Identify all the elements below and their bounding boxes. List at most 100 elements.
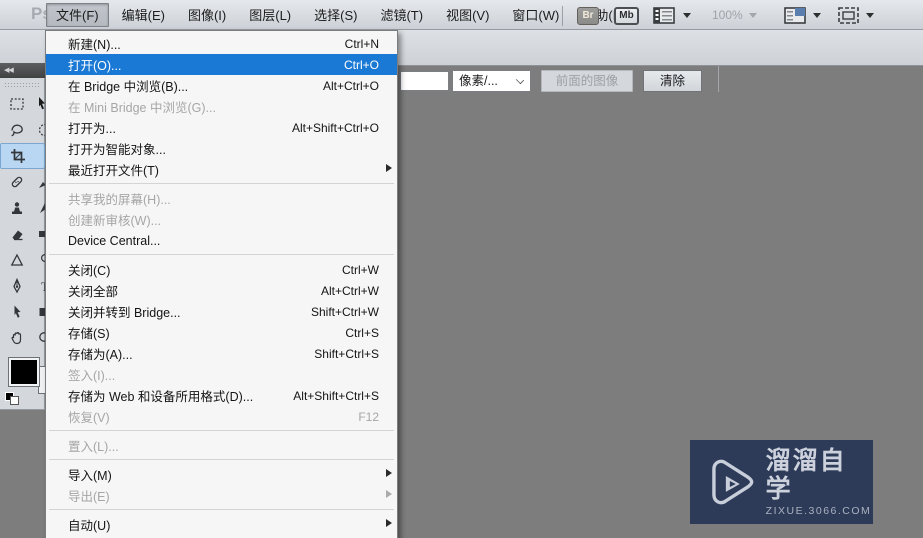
file-menu-item-5[interactable]: 打开为... Alt+Shift+Ctrl+O	[46, 117, 397, 138]
file-menu-item-11[interactable]: Device Central...	[46, 230, 397, 251]
arrange-documents-dropdown-caret[interactable]	[683, 13, 691, 18]
path-selection-tool[interactable]	[0, 299, 45, 325]
rectangular-marquee-tool[interactable]	[0, 91, 45, 117]
brush-tool-partial-icon[interactable]	[37, 174, 45, 190]
menu-item-label: 在 Bridge 中浏览(B)...	[68, 80, 189, 94]
screen-mode-dropdown-caret[interactable]	[866, 13, 874, 18]
menu-item-label: 关闭(C)	[68, 264, 111, 278]
file-menu-item-3[interactable]: 在 Bridge 中浏览(B)... Alt+Ctrl+O	[46, 75, 397, 96]
menu-item-shortcut: Alt+Shift+Ctrl+S	[293, 388, 379, 403]
file-menu-item-16[interactable]: 存储(S) Ctrl+S	[46, 322, 397, 343]
menu-item-label: 导入(M)	[68, 469, 112, 483]
menu-item-label: 自动(U)	[68, 519, 111, 533]
file-menu-item-17[interactable]: 存储为(A)... Shift+Ctrl+S	[46, 343, 397, 364]
menubar-item-6[interactable]: 滤镜(T)	[370, 3, 433, 27]
pen-tool-icon	[13, 278, 21, 294]
chevron-down-icon	[515, 75, 525, 85]
spot-healing-brush-tool[interactable]	[0, 169, 45, 195]
menu-item-shortcut: Alt+Ctrl+O	[322, 78, 379, 93]
default-colors-icon[interactable]	[5, 392, 19, 405]
file-menu-item-25: 导出(E)	[46, 485, 397, 506]
menubar-item-8[interactable]: 窗口(W)	[502, 3, 569, 27]
resolution-unit-value: 像素/...	[459, 74, 498, 88]
file-menu-item-7[interactable]: 最近打开文件(T)	[46, 159, 397, 180]
launch-bridge-button[interactable]: Br	[577, 7, 599, 25]
file-menu-dropdown: 新建(N)... Ctrl+N 打开(O)... Ctrl+O 在 Bridge 中浏览…	[45, 30, 398, 538]
menu-separator	[49, 509, 394, 510]
menu-item-label: 关闭并转到 Bridge...	[68, 306, 181, 320]
file-menu-item-22: 置入(L)...	[46, 435, 397, 456]
zoom-level-dropdown-caret	[749, 13, 757, 18]
menu-separator	[49, 459, 394, 460]
tool-list: T	[0, 91, 45, 351]
menubar-item-7[interactable]: 视图(V)	[436, 3, 499, 27]
move-tool-partial-icon[interactable]	[37, 96, 45, 112]
submenu-arrow-icon	[386, 469, 392, 477]
foreground-color-swatch[interactable]	[8, 357, 40, 387]
submenu-arrow-icon	[386, 519, 392, 527]
file-menu-item-27[interactable]: 自动(U)	[46, 514, 397, 535]
dodge-tool-partial-icon[interactable]	[37, 252, 45, 268]
menu-item-label: 置入(L)...	[68, 440, 119, 454]
file-menu-item-14[interactable]: 关闭全部 Alt+Ctrl+W	[46, 280, 397, 301]
menu-item-shortcut: Ctrl+O	[343, 57, 379, 72]
submenu-arrow-icon	[386, 164, 392, 172]
menubar-item-2[interactable]: 编辑(E)	[112, 3, 175, 27]
tools-panel-grip[interactable]	[4, 82, 41, 89]
rectangle-tool-partial-icon[interactable]	[37, 304, 45, 320]
crop-resolution-input[interactable]	[400, 71, 449, 91]
crop-tool[interactable]	[0, 143, 45, 169]
hand-tool[interactable]	[0, 325, 45, 351]
application-menubar: Ps 文件(F) 编辑(E) 图像(I) 图层(L) 选择(S) 滤镜(T) 视图(V) 窗口…	[0, 0, 923, 30]
eraser-tool[interactable]	[0, 221, 45, 247]
file-menu-item-1[interactable]: 新建(N)... Ctrl+N	[46, 33, 397, 54]
menu-item-label: Device Central...	[68, 233, 161, 248]
menubar-item-4[interactable]: 图层(L)	[239, 3, 301, 27]
workspace-dropdown-caret[interactable]	[813, 13, 821, 18]
default-background-square	[10, 396, 19, 405]
quick-selection-tool-partial-icon[interactable]	[37, 122, 45, 138]
menu-item-label: 打开为智能对象...	[68, 143, 166, 157]
blur-tool[interactable]	[0, 247, 45, 273]
lasso-tool[interactable]	[0, 117, 45, 143]
history-brush-tool-partial-icon[interactable]	[37, 200, 45, 216]
resolution-unit-dropdown[interactable]: 像素/...	[452, 70, 531, 92]
clone-stamp-tool[interactable]	[0, 195, 45, 221]
lasso-tool-icon	[11, 124, 23, 137]
menubar-item-1[interactable]: 文件(F)	[46, 3, 109, 27]
spot-healing-brush-tool-icon	[11, 176, 23, 188]
background-color-swatch[interactable]	[38, 366, 45, 394]
zoom-tool-partial-icon[interactable]	[37, 330, 45, 346]
file-menu-item-2[interactable]: 打开(O)... Ctrl+O	[46, 54, 397, 75]
submenu-arrow-icon	[386, 490, 392, 498]
file-menu-item-10: 创建新审核(W)...	[46, 209, 397, 230]
workspace-switcher-icon[interactable]	[784, 7, 806, 24]
gradient-tool-partial-icon[interactable]	[37, 226, 45, 242]
clone-stamp-tool-icon	[12, 202, 22, 214]
tools-panel-collapse-button[interactable]: ◀◀	[0, 63, 45, 78]
launch-mini-bridge-button[interactable]: Mb	[614, 7, 639, 25]
file-menu-item-15[interactable]: 关闭并转到 Bridge... Shift+Ctrl+W	[46, 301, 397, 322]
hand-tool-icon	[11, 331, 22, 345]
menu-item-label: 导出(E)	[68, 490, 110, 504]
file-menu-item-9: 共享我的屏幕(H)...	[46, 188, 397, 209]
type-tool-partial-icon[interactable]: T	[37, 278, 45, 294]
file-menu-item-6[interactable]: 打开为智能对象...	[46, 138, 397, 159]
screen-mode-icon[interactable]	[838, 7, 859, 24]
menu-item-shortcut: Shift+Ctrl+S	[314, 346, 379, 361]
file-menu-item-13[interactable]: 关闭(C) Ctrl+W	[46, 259, 397, 280]
menu-item-shortcut: F12	[358, 409, 379, 424]
clear-button[interactable]: 清除	[643, 70, 702, 92]
menu-separator	[49, 430, 394, 431]
menu-item-label: 共享我的屏幕(H)...	[68, 193, 171, 207]
watermark-text: 溜溜自学 ZIXUE.3066.COM	[766, 447, 873, 517]
pen-tool[interactable]: T	[0, 273, 45, 299]
menu-item-label: 打开为...	[68, 122, 116, 136]
menubar-item-3[interactable]: 图像(I)	[178, 3, 236, 27]
menubar-item-5[interactable]: 选择(S)	[304, 3, 367, 27]
file-menu-item-19[interactable]: 存储为 Web 和设备所用格式(D)... Alt+Shift+Ctrl+S	[46, 385, 397, 406]
rectangular-marquee-tool-icon	[10, 98, 24, 110]
arrange-documents-icon[interactable]	[653, 7, 675, 24]
watermark-title: 溜溜自学	[765, 447, 847, 503]
file-menu-item-24[interactable]: 导入(M)	[46, 464, 397, 485]
